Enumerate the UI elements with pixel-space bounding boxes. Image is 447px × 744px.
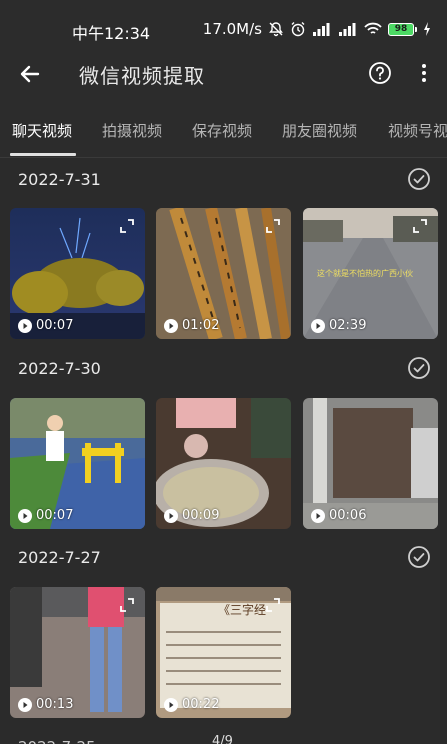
video-thumbnail[interactable]: 00:07 — [10, 208, 145, 339]
play-icon — [18, 318, 32, 333]
signal-hd-icon — [313, 23, 330, 36]
duration-text: 01:02 — [182, 318, 220, 333]
duration-text: 00:13 — [36, 697, 74, 712]
video-thumbnail[interactable]: 00:13 — [10, 587, 145, 718]
video-thumbnail[interactable]: 00:06 — [303, 398, 438, 529]
video-thumbnail[interactable]: 00:09 — [156, 398, 291, 529]
video-thumbnail[interactable]: 01:02 — [156, 208, 291, 339]
status-bar: 中午12:34 17.0M/s 98 — [0, 0, 447, 46]
tab-shot-videos[interactable]: 拍摄视频 — [102, 120, 162, 141]
tab-moments-videos[interactable]: 朋友圈视频 — [282, 120, 357, 141]
video-thumbnail[interactable]: 《三字经 00:22 — [156, 587, 291, 718]
play-icon — [164, 508, 178, 523]
expand-icon[interactable] — [265, 597, 281, 613]
date-header: 2022-7-27 — [0, 536, 447, 580]
tab-channels-videos[interactable]: 视频号视 — [388, 120, 447, 141]
tab-bar: 聊天视频 拍摄视频 保存视频 朋友圈视频 视频号视 — [0, 102, 447, 158]
video-duration: 00:06 — [311, 508, 366, 523]
expand-icon[interactable] — [119, 597, 135, 613]
expand-icon[interactable] — [119, 218, 135, 234]
video-grid: 2022-7-31 00:07 01:02 这个就是不怕热的广西小伙 02:39… — [0, 158, 447, 744]
status-time: 中午12:34 — [72, 24, 151, 43]
expand-icon[interactable] — [412, 218, 428, 234]
active-tab-indicator — [10, 153, 76, 156]
play-icon — [164, 318, 178, 333]
video-thumbnail[interactable]: 00:07 — [10, 398, 145, 529]
status-icons: 17.0M/s 98 — [203, 20, 431, 38]
video-duration: 01:02 — [164, 318, 219, 333]
network-speed: 17.0M/s — [202, 20, 262, 38]
date-label: 2022-7-31 — [18, 170, 101, 189]
duration-text: 00:07 — [36, 508, 74, 523]
video-duration: 00:09 — [164, 508, 219, 523]
battery-level: 98 — [388, 22, 414, 36]
play-icon — [18, 508, 32, 523]
video-caption: 《三字经 — [218, 603, 267, 617]
play-icon — [311, 508, 325, 523]
play-icon — [311, 318, 325, 333]
date-header: 2022-7-31 — [0, 158, 447, 202]
help-circle-icon[interactable] — [367, 60, 393, 86]
battery-icon: 98 — [388, 22, 417, 36]
play-icon — [18, 697, 32, 712]
alarm-icon — [291, 22, 305, 37]
duration-text: 00:07 — [36, 318, 74, 333]
app-bar: 微信视频提取 — [0, 46, 447, 102]
select-all-check-icon[interactable] — [407, 167, 431, 191]
date-label: 2022-7-27 — [18, 548, 101, 567]
video-duration: 00:22 — [164, 697, 219, 712]
wifi-icon — [364, 22, 382, 34]
duration-text: 02:39 — [329, 318, 367, 333]
select-all-check-icon[interactable] — [407, 545, 431, 569]
more-vertical-icon[interactable] — [414, 60, 434, 86]
back-arrow-icon[interactable] — [16, 60, 44, 88]
tab-chat-videos[interactable]: 聊天视频 — [12, 120, 72, 141]
tab-saved-videos[interactable]: 保存视频 — [192, 120, 252, 141]
date-header: 2022-7-30 — [0, 347, 447, 391]
page-title: 微信视频提取 — [79, 64, 205, 88]
video-thumbnail[interactable]: 这个就是不怕热的广西小伙 02:39 — [303, 208, 438, 339]
video-duration: 00:07 — [18, 508, 73, 523]
date-label: 2022-7-30 — [18, 359, 101, 378]
duration-text: 00:22 — [182, 697, 220, 712]
expand-icon[interactable] — [265, 218, 281, 234]
signal-hd-icon — [339, 23, 356, 36]
video-duration: 02:39 — [311, 318, 366, 333]
video-duration: 00:07 — [18, 318, 73, 333]
play-icon — [164, 697, 178, 712]
mute-bell-icon — [269, 22, 283, 37]
duration-text: 00:09 — [182, 508, 220, 523]
video-caption: 这个就是不怕热的广西小伙 — [317, 269, 413, 278]
select-all-check-icon[interactable] — [407, 356, 431, 380]
charging-icon — [424, 22, 430, 36]
page-indicator: 4/9 — [212, 734, 233, 744]
date-label: 2022-7-25 — [18, 738, 96, 744]
video-duration: 00:13 — [18, 697, 73, 712]
duration-text: 00:06 — [329, 508, 367, 523]
